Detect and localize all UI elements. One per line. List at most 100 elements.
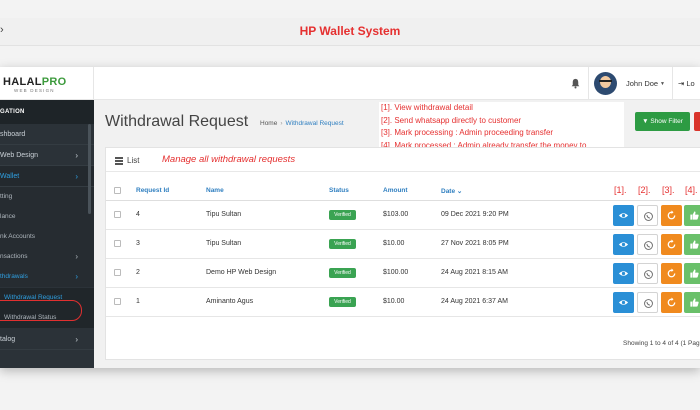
- mark-processing-button[interactable]: [661, 263, 682, 284]
- row-checkbox[interactable]: [114, 211, 121, 218]
- logo-text-b: PRO: [41, 76, 67, 88]
- annotation-note: [3]. Mark processing : Admin proceeding …: [381, 128, 554, 138]
- sidebar-subitem-setting[interactable]: tting: [0, 187, 94, 207]
- user-name[interactable]: John Doe: [626, 79, 658, 88]
- sidebar-item-web-design[interactable]: Web Design ›: [0, 145, 94, 166]
- cell-amount: $103.00: [383, 211, 409, 218]
- sidebar-item-dashboard[interactable]: shboard: [0, 124, 94, 145]
- cell-request-id: 3: [136, 240, 140, 247]
- row-checkbox[interactable]: [114, 269, 121, 276]
- logo[interactable]: HALALPRO WEB DESIGN: [0, 67, 94, 100]
- extra-action-button[interactable]: [694, 112, 700, 131]
- table-row[interactable]: 2 Demo HP Web Design Verified $100.00 24 Aug…: [106, 259, 700, 288]
- view-button[interactable]: [613, 292, 634, 313]
- avatar[interactable]: [594, 72, 617, 95]
- annotation-highlight: [0, 300, 82, 321]
- chevron-right-icon: ›: [75, 272, 78, 281]
- chevron-right-icon: ›: [75, 172, 78, 181]
- chevron-down-icon[interactable]: ▼: [660, 81, 665, 87]
- sidebar-item-wallet[interactable]: Wallet ›: [0, 166, 94, 187]
- panel-title: List: [127, 156, 140, 165]
- logo-text: HALALPRO: [3, 76, 67, 88]
- cell-request-id: 1: [136, 298, 140, 305]
- annotation-note: [1]. View withdrawal detail: [381, 103, 473, 112]
- col-status[interactable]: Status: [329, 187, 349, 194]
- breadcrumb-separator: ›: [280, 120, 283, 127]
- chevron-right-icon: ›: [75, 151, 78, 160]
- status-badge: Verified: [329, 268, 356, 278]
- cell-request-id: 4: [136, 211, 140, 218]
- breadcrumb: Home › Withdrawal Request: [260, 120, 344, 127]
- whatsapp-button[interactable]: [637, 263, 658, 284]
- whatsapp-button[interactable]: [637, 234, 658, 255]
- sidebar-item-label: Wallet: [0, 173, 20, 180]
- mark-processing-button[interactable]: [661, 292, 682, 313]
- sidebar-subitem-withdrawals[interactable]: thdrawals ›: [0, 267, 94, 287]
- mark-processing-button[interactable]: [661, 234, 682, 255]
- chevron-right-icon: ›: [75, 335, 78, 344]
- annotation-note: [2]. Send whatsapp directly to customer: [381, 115, 522, 125]
- col-date[interactable]: Date ⌄: [441, 187, 462, 195]
- navbar-divider: [672, 67, 673, 100]
- mark-processing-button[interactable]: [661, 205, 682, 226]
- mark-processed-button[interactable]: [684, 234, 700, 255]
- sidebar-heading: GATION: [0, 100, 94, 124]
- cell-name: Demo HP Web Design: [206, 269, 277, 276]
- sidebar-item-catalog[interactable]: talog ›: [0, 329, 94, 350]
- cell-name: Tipu Sultan: [206, 211, 242, 218]
- sidebar-subitem-transactions[interactable]: nsactions ›: [0, 247, 94, 267]
- show-filter-label: Show Filter: [650, 118, 683, 125]
- view-button[interactable]: [613, 263, 634, 284]
- mark-processed-button[interactable]: [684, 205, 700, 226]
- action-marker: [3].: [662, 185, 675, 195]
- col-amount[interactable]: Amount: [383, 187, 408, 194]
- logout-link[interactable]: ⇥ Lo: [678, 79, 695, 88]
- sidebar: GATION shboard Web Design › Wallet › tting…: [0, 100, 94, 368]
- app-window: HALALPRO WEB DESIGN John Doe ▼ ⇥ Lo GATI…: [0, 67, 700, 368]
- select-all-checkbox[interactable]: [114, 187, 121, 194]
- whatsapp-button[interactable]: [637, 292, 658, 313]
- show-filter-button[interactable]: ▼ Show Filter: [635, 112, 690, 131]
- cell-amount: $100.00: [383, 269, 409, 276]
- sidebar-item-label: Web Design: [0, 152, 39, 159]
- cell-date: 24 Aug 2021 8:15 AM: [441, 269, 508, 276]
- cell-name: Tipu Sultan: [206, 240, 242, 247]
- filter-icon: ▼: [642, 118, 649, 125]
- table-row[interactable]: 3 Tipu Sultan Verified $10.00 27 Nov 2021 8:…: [106, 230, 700, 259]
- list-icon: [115, 157, 123, 165]
- row-checkbox[interactable]: [114, 298, 121, 305]
- pagination-info: Showing 1 to 4 of 4 (1 Pag: [623, 340, 700, 347]
- mark-processed-button[interactable]: [684, 263, 700, 284]
- view-button[interactable]: [613, 205, 634, 226]
- sidebar-item-label: shboard: [0, 131, 26, 138]
- cell-request-id: 2: [136, 269, 140, 276]
- cell-date: 27 Nov 2021 8:05 PM: [441, 240, 509, 247]
- breadcrumb-home[interactable]: Home: [260, 120, 277, 127]
- sidebar-scrollbar[interactable]: [88, 124, 91, 214]
- whatsapp-button[interactable]: [637, 205, 658, 226]
- table-row[interactable]: 1 Aminanto Agus Verified $10.00 24 Aug 2021 …: [106, 288, 700, 317]
- table-header: Request Id Name Status Amount Date ⌄ [1]…: [106, 181, 700, 201]
- row-checkbox[interactable]: [114, 240, 121, 247]
- main-content: Withdrawal Request Home › Withdrawal Reque…: [94, 100, 700, 368]
- logout-label: Lo: [686, 79, 695, 88]
- cell-amount: $10.00: [383, 240, 405, 247]
- status-badge: Verified: [329, 210, 356, 220]
- list-panel: List Manage all withdrawal requests Requ…: [105, 147, 700, 360]
- bell-icon[interactable]: [570, 78, 581, 89]
- cell-amount: $10.00: [383, 298, 405, 305]
- sidebar-subitem-balance[interactable]: lance: [0, 207, 94, 227]
- mark-processed-button[interactable]: [684, 292, 700, 313]
- cell-date: 24 Aug 2021 6:37 AM: [441, 298, 508, 305]
- col-request-id[interactable]: Request Id: [136, 187, 169, 194]
- status-badge: Verified: [329, 297, 356, 307]
- table-row[interactable]: 4 Tipu Sultan Verified $103.00 09 Dec 2021 9…: [106, 201, 700, 230]
- col-name[interactable]: Name: [206, 187, 224, 194]
- sidebar-item-label: thdrawals: [0, 273, 28, 280]
- breadcrumb-current: Withdrawal Request: [285, 120, 344, 127]
- view-button[interactable]: [613, 234, 634, 255]
- navbar-divider: [588, 67, 589, 100]
- sidebar-subitem-bank-accounts[interactable]: nk Accounts: [0, 227, 94, 247]
- avatar-glasses: [599, 80, 612, 83]
- action-marker: [4].: [685, 185, 698, 195]
